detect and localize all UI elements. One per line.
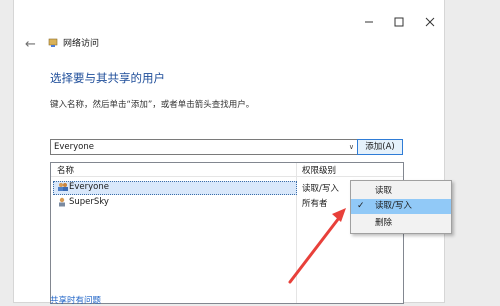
annotation-arrow-icon xyxy=(288,208,346,284)
